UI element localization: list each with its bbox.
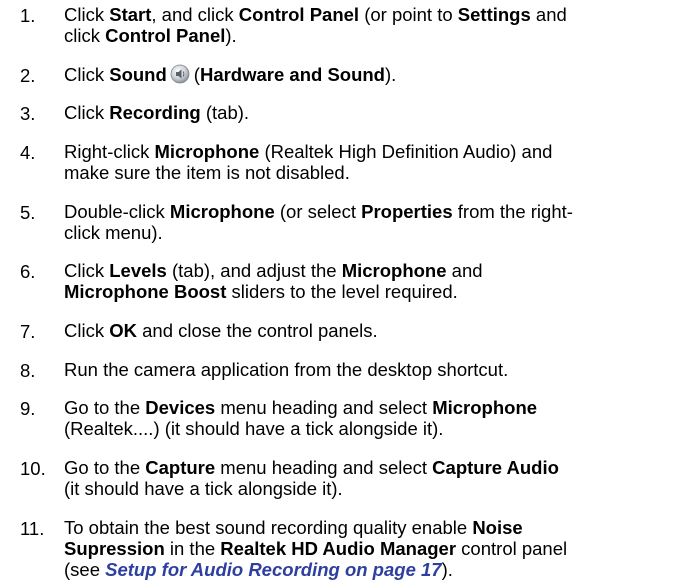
text-line: (it should have a tick alongside it). bbox=[64, 478, 664, 499]
text-run: menu heading and select bbox=[215, 457, 433, 478]
bold-term: Control Panel bbox=[105, 25, 226, 46]
step-text: Run the camera application from the desk… bbox=[64, 359, 664, 380]
step-number: 11. bbox=[20, 518, 45, 539]
text-line: Run the camera application from the desk… bbox=[64, 359, 664, 380]
bold-term: Hardware and Sound bbox=[199, 64, 385, 85]
bold-term: Control Panel bbox=[238, 4, 360, 25]
speaker-icon bbox=[170, 64, 190, 84]
bold-term: Levels bbox=[109, 260, 167, 281]
step-text: Click Recording (tab). bbox=[64, 102, 664, 123]
step-text: Click Levels (tab), and adjust the Micro… bbox=[64, 260, 664, 302]
bold-term: Properties bbox=[361, 201, 453, 222]
bold-term: Microphone bbox=[341, 260, 447, 281]
step-text: Right-click Microphone (Realtek High Def… bbox=[64, 141, 664, 183]
text-line: Go to the Capture menu heading and selec… bbox=[64, 457, 664, 478]
text-run: click menu). bbox=[64, 222, 163, 243]
text-run: Click bbox=[64, 320, 110, 341]
step-number: 5. bbox=[20, 202, 36, 223]
text-run: control panel bbox=[456, 538, 568, 559]
step-number: 7. bbox=[20, 321, 36, 342]
bold-term: Sound bbox=[109, 64, 167, 85]
text-run: (or select bbox=[274, 201, 362, 222]
text-run: and bbox=[530, 4, 567, 25]
step-number: 3. bbox=[20, 103, 36, 124]
bold-term: Microphone bbox=[169, 201, 275, 222]
bold-term: Microphone bbox=[432, 397, 538, 418]
text-run: Click bbox=[64, 260, 110, 281]
step-text: Click Sound (Hardware and Sound). bbox=[64, 64, 664, 85]
text-run: (Realtek....) (it should have a tick alo… bbox=[64, 418, 444, 439]
text-line: (Realtek....) (it should have a tick alo… bbox=[64, 418, 664, 439]
text-run: Go to the bbox=[64, 397, 146, 418]
text-line: (see Setup for Audio Recording on page 1… bbox=[64, 559, 664, 580]
step-number: 1. bbox=[20, 5, 36, 26]
text-line: make sure the item is not disabled. bbox=[64, 162, 664, 183]
step-text: Click Start, and click Control Panel (or… bbox=[64, 4, 664, 46]
step-number: 10. bbox=[20, 458, 46, 479]
step-number: 4. bbox=[20, 142, 36, 163]
text-line: Supression in the Realtek HD Audio Manag… bbox=[64, 538, 664, 559]
step-text: Click OK and close the control panels. bbox=[64, 320, 664, 341]
text-run: Go to the bbox=[64, 457, 146, 478]
text-run: (it should have a tick alongside it). bbox=[64, 478, 343, 499]
bold-term: Supression bbox=[64, 538, 165, 559]
text-line: click Control Panel). bbox=[64, 25, 664, 46]
text-run: ). bbox=[225, 25, 237, 46]
text-run: make sure the item is not disabled. bbox=[64, 162, 350, 183]
text-line: Double-click Microphone (or select Prope… bbox=[64, 201, 664, 222]
text-line: Click Sound (Hardware and Sound). bbox=[64, 64, 664, 85]
text-line: Click Levels (tab), and adjust the Micro… bbox=[64, 260, 664, 281]
text-run: (tab). bbox=[200, 102, 250, 123]
text-run: Run the camera application from the desk… bbox=[64, 359, 509, 380]
text-run: Click bbox=[64, 4, 110, 25]
step-number: 6. bbox=[20, 261, 36, 282]
text-line: Click OK and close the control panels. bbox=[64, 320, 664, 341]
bold-term: Capture bbox=[145, 457, 216, 478]
bold-term: Start bbox=[109, 4, 152, 25]
text-line: Microphone Boost sliders to the level re… bbox=[64, 281, 664, 302]
text-run: and bbox=[446, 260, 483, 281]
text-run: sliders to the level required. bbox=[226, 281, 458, 302]
step-number: 8. bbox=[20, 360, 36, 381]
text-run: from the right- bbox=[452, 201, 573, 222]
text-run: ). bbox=[384, 64, 397, 85]
text-run: Right-click bbox=[64, 141, 155, 162]
text-run: menu heading and select bbox=[215, 397, 433, 418]
step-number: 2. bbox=[20, 65, 36, 86]
bold-term: Settings bbox=[457, 4, 531, 25]
text-line: click menu). bbox=[64, 222, 664, 243]
bold-term: OK bbox=[109, 320, 137, 341]
text-run: Click bbox=[64, 102, 110, 123]
text-run: (Realtek High Definition Audio) and bbox=[259, 141, 553, 162]
text-run: (or point to bbox=[359, 4, 458, 25]
bold-term: Devices bbox=[145, 397, 216, 418]
text-line: Click Start, and click Control Panel (or… bbox=[64, 4, 664, 25]
text-run: (tab), and adjust the bbox=[166, 260, 342, 281]
step-text: To obtain the best sound recording quali… bbox=[64, 517, 664, 580]
text-run: (see bbox=[64, 559, 106, 580]
step-text: Go to the Devices menu heading and selec… bbox=[64, 397, 664, 439]
text-run: To obtain the best sound recording quali… bbox=[64, 517, 473, 538]
text-line: Click Recording (tab). bbox=[64, 102, 664, 123]
bold-term: Recording bbox=[109, 102, 201, 123]
text-run: click bbox=[64, 25, 106, 46]
bold-term: Noise bbox=[472, 517, 523, 538]
text-run: in the bbox=[164, 538, 221, 559]
text-run: Double-click bbox=[64, 201, 170, 222]
text-run: ). bbox=[441, 559, 453, 580]
step-number: 9. bbox=[20, 398, 36, 419]
text-run: and close the control panels. bbox=[136, 320, 378, 341]
step-text: Double-click Microphone (or select Prope… bbox=[64, 201, 664, 243]
text-line: Right-click Microphone (Realtek High Def… bbox=[64, 141, 664, 162]
page-link[interactable]: Setup for Audio Recording on page 17 bbox=[105, 559, 441, 580]
bold-term: Capture Audio bbox=[432, 457, 559, 478]
bold-term: Microphone Boost bbox=[64, 281, 227, 302]
text-line: Go to the Devices menu heading and selec… bbox=[64, 397, 664, 418]
bold-term: Microphone bbox=[154, 141, 260, 162]
text-line: To obtain the best sound recording quali… bbox=[64, 517, 664, 538]
text-run: , and click bbox=[151, 4, 239, 25]
step-text: Go to the Capture menu heading and selec… bbox=[64, 457, 664, 499]
bold-term: Realtek HD Audio Manager bbox=[220, 538, 457, 559]
text-run: Click bbox=[64, 64, 110, 85]
